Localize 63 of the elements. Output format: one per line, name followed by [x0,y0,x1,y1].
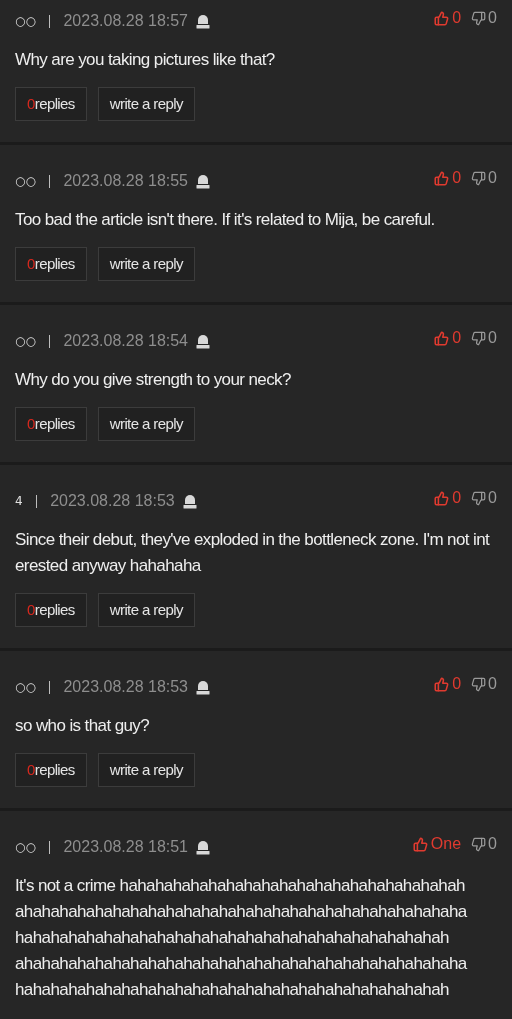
dislike-button[interactable]: 0 [471,832,497,856]
comment-text: so who is that guy? [15,715,151,737]
comment-text: Why are you taking pictures like that? [15,49,276,71]
write-reply-button[interactable]: write a reply [97,87,195,121]
comment-date: 2023.08.28 18:54 [63,331,188,351]
replies-button[interactable]: 0replies [15,87,87,121]
dislike-button[interactable]: 0 [471,486,497,510]
author-name: ○○ [15,679,36,696]
comment-date: 2023.08.28 18:53 [63,677,188,697]
comment-date: 2023.08.28 18:51 [63,837,188,857]
thumbs-down-icon [471,330,487,346]
thumbs-down-icon [471,170,487,186]
dislike-button[interactable]: 0 [471,6,497,30]
write-reply-button[interactable]: write a reply [97,593,195,627]
like-button[interactable]: One [412,832,462,856]
comment-text: Why do you give strength to your neck? [15,369,292,391]
comment-text: Since their debut, they've exploded in the bottleneck zone. I'm not int [15,529,491,551]
comment-date: 2023.08.28 18:55 [63,171,188,191]
thumbs-down-icon [471,10,487,26]
replies-button[interactable]: 0replies [15,753,87,787]
siren-icon[interactable] [196,13,210,29]
dislike-button[interactable]: 0 [471,166,497,190]
write-reply-button[interactable]: write a reply [97,753,195,787]
siren-icon[interactable] [196,839,210,855]
thumbs-down-icon [471,490,487,506]
thumbs-down-icon [471,676,487,692]
siren-icon[interactable] [182,493,197,509]
author-name: ○○ [15,173,36,190]
like-button[interactable]: 0 [434,166,462,190]
like-button[interactable]: 0 [434,326,462,350]
thumbs-up-icon [434,676,450,692]
comment-text: ahahahahahahahahahahahahahahahahahahahahahahahahaha [15,953,469,975]
siren-icon[interactable] [196,173,210,189]
dislike-button[interactable]: 0 [471,326,497,350]
comment-date: 2023.08.28 18:53 [50,491,175,511]
comment-text: It's not a crime hahahahahahahahahahahahahahahahahahahah [15,875,466,897]
comment-text: Too bad the article isn't there. If it's related to Mija, be careful. [15,209,436,231]
like-button[interactable]: 0 [434,6,462,30]
thumbs-up-icon [434,330,450,346]
author-name: ○○ [15,839,36,856]
like-button[interactable]: 0 [434,672,462,696]
replies-button[interactable]: 0replies [15,593,87,627]
comment-date: 2023.08.28 18:57 [63,11,188,31]
siren-icon[interactable] [196,333,210,349]
thumbs-up-icon [434,490,450,506]
author-name: 4 [15,493,23,510]
comment-text: ahahahahahahahahahahahahahahahahahahahahahahahahaha [15,901,469,923]
thumbs-down-icon [471,836,487,852]
comment-text: erested anyway hahahaha [15,555,203,577]
replies-button[interactable]: 0replies [15,407,87,441]
comment-text: hahahahahahahahahahahahahahahahahahahahahahahahah [15,927,450,949]
thumbs-up-icon [434,170,450,186]
author-name: ○○ [15,13,36,30]
thumbs-up-icon [412,836,428,852]
like-button[interactable]: 0 [434,486,462,510]
thumbs-up-icon [434,10,450,26]
comment-text: hahahahahahahahahahahahahahahahahahahahahahahahah [15,979,450,1001]
dislike-button[interactable]: 0 [471,672,497,696]
write-reply-button[interactable]: write a reply [97,247,195,281]
replies-button[interactable]: 0replies [15,247,87,281]
siren-icon[interactable] [196,679,210,695]
author-name: ○○ [15,333,36,350]
write-reply-button[interactable]: write a reply [97,407,195,441]
